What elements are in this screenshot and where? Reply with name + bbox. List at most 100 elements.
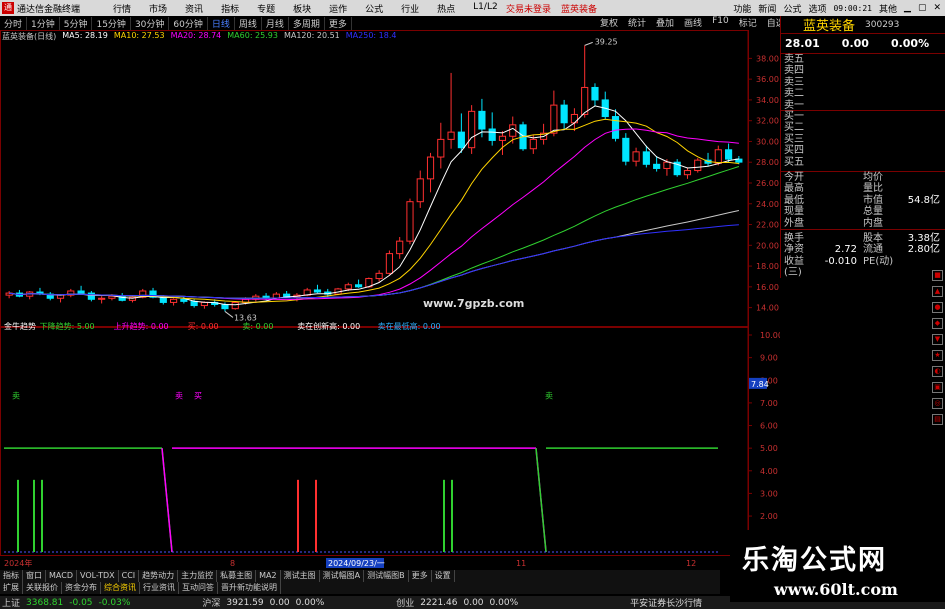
side-tool-icon[interactable]: ▣ <box>932 382 943 393</box>
signal-marker: 卖 <box>12 391 20 400</box>
date-label: 2024年 <box>4 558 32 568</box>
indicator-tab[interactable]: 主力监控 <box>178 570 218 582</box>
date-label: 2024/09/23/一 <box>328 559 385 568</box>
chart-tool-button[interactable]: 复权 <box>595 16 623 29</box>
indicator-tab[interactable]: 测试主图 <box>281 570 320 582</box>
price-bar: 28.01 0.00 0.00% <box>781 34 945 54</box>
data-source: 平安证券长沙行情 <box>630 599 703 609</box>
period-tab[interactable]: 15分钟 <box>92 16 131 30</box>
side-tool-icon[interactable]: ◐ <box>932 366 943 377</box>
chart-tool-button[interactable]: 画线 <box>679 16 707 29</box>
indicator-tab[interactable]: VOL-TDX <box>77 570 119 582</box>
ma-info-bar: 蓝英装备(日线) MA5: 28.19 MA10: 27.53 MA20: 28.7… <box>0 31 396 43</box>
candle-body <box>488 128 496 141</box>
ma-value: MA5: 28.19 <box>62 31 108 40</box>
side-tool-icon[interactable]: ■ <box>932 270 943 281</box>
price-tick-label: 30.00 <box>756 137 779 146</box>
chart-tool-button[interactable]: 统计 <box>623 16 651 29</box>
menu-item[interactable]: 市场 <box>140 2 176 15</box>
extension-tab[interactable]: 互动问答 <box>179 582 218 594</box>
period-tab[interactable]: 周线 <box>235 16 262 30</box>
extension-tab[interactable]: 晋升新功能说明 <box>218 582 281 594</box>
period-tab[interactable]: 更多 <box>325 16 352 30</box>
indicator-value: 卖在创新高: 0.00 <box>297 321 360 331</box>
period-tab[interactable]: 30分钟 <box>131 16 170 30</box>
period-tab[interactable]: 日线 <box>208 16 235 30</box>
trade-login-link[interactable]: 交易未登录 <box>506 2 551 15</box>
kline-chart[interactable]: 38.00 36.00 34.00 32.00 30.00 28.00 26.00 24.00… <box>0 30 780 570</box>
maximize-icon[interactable]: ▢ <box>918 3 927 13</box>
period-tab[interactable]: 60分钟 <box>169 16 208 30</box>
side-tool-icon[interactable]: ▼ <box>932 334 943 345</box>
title-links: 交易未登录 蓝英装备 <box>506 2 597 15</box>
indicator-tab[interactable]: 设置 <box>432 570 455 582</box>
indicator-tab[interactable]: CCI <box>119 570 140 582</box>
order-row-label: 卖四 <box>784 65 804 77</box>
ma-value: MA120: 20.51 <box>283 31 340 40</box>
candle-body <box>190 300 198 307</box>
menu-function[interactable]: 功能 <box>733 2 751 15</box>
close-icon[interactable]: ✕ <box>933 3 941 13</box>
extension-tab[interactable]: 关联报价 <box>23 582 62 594</box>
menu-options[interactable]: 选项 <box>808 2 826 15</box>
period-tab[interactable]: 分时 <box>0 16 28 30</box>
menu-item[interactable]: 热点 <box>428 2 464 15</box>
indicator-tab[interactable]: 更多 <box>409 570 432 582</box>
index-name[interactable]: 创业 <box>396 596 414 609</box>
indicator-tab[interactable]: 测试幅图A <box>320 570 365 582</box>
indicator-tick-label: 4.00 <box>760 467 778 476</box>
side-tool-icon[interactable]: ◆ <box>932 318 943 329</box>
indicator-tab[interactable]: 私募主图 <box>217 570 257 582</box>
indicator-tab[interactable]: MA2 <box>256 570 281 582</box>
indicator-tab[interactable]: 趋势动力 <box>139 570 179 582</box>
menu-other[interactable]: 其他 <box>879 2 897 15</box>
order-row-label: 卖三 <box>784 76 804 88</box>
stat-l2: 量比 <box>863 183 883 195</box>
stat-l2: 总量 <box>863 206 883 218</box>
chart-tool-button[interactable]: 叠加 <box>651 16 679 29</box>
period-tab[interactable]: 1分钟 <box>27 16 60 30</box>
menu-item[interactable]: 公式 <box>356 2 392 15</box>
indicator-tab[interactable]: 测试幅图B <box>364 570 409 582</box>
menu-item[interactable]: 指标 <box>212 2 248 15</box>
side-tool-icon[interactable]: ▤ <box>932 414 943 425</box>
chart-tool-button[interactable]: F10 <box>707 16 734 29</box>
stock-name-link[interactable]: 蓝英装备 <box>561 2 597 15</box>
quote-stats: 今开 均价 最高 量比 最低 市值 54.8亿 现量 总量 外盘 内盘 换手 股本 3.38亿 净资 2.72… <box>781 171 945 278</box>
indicator-tab[interactable]: 窗口 <box>23 570 46 582</box>
menu-news[interactable]: 新闻 <box>758 2 776 15</box>
indicator-value: 下降趋势: 5.00 <box>40 321 95 331</box>
extension-tab[interactable]: 行业资讯 <box>140 582 179 594</box>
menu-item[interactable]: 专题 <box>248 2 284 15</box>
order-row: 买五 <box>781 157 945 168</box>
period-tab[interactable]: 5分钟 <box>60 16 93 30</box>
menu-item[interactable]: L1/L2 <box>464 2 507 15</box>
side-tool-icon[interactable]: ★ <box>932 350 943 361</box>
menu-item[interactable]: 行业 <box>392 2 428 15</box>
menu-item[interactable]: 资讯 <box>176 2 212 15</box>
side-icon-column: ■ ▲ ● ◆ ▼ ★ ◐ ▣ ◎ ▤ <box>930 270 945 570</box>
period-tab[interactable]: 月线 <box>262 16 289 30</box>
side-tool-icon[interactable]: ◎ <box>932 398 943 409</box>
chart-tool-button[interactable]: 标记 <box>734 16 762 29</box>
date-label: 8 <box>230 559 235 568</box>
minimize-icon[interactable]: ▁ <box>904 3 911 13</box>
index-name[interactable]: 上证 <box>2 596 20 609</box>
side-tool-icon[interactable]: ● <box>932 302 943 313</box>
period-tab[interactable]: 多周期 <box>289 16 325 30</box>
menu-item[interactable]: 板块 <box>284 2 320 15</box>
index-name[interactable]: 沪深 <box>202 596 220 609</box>
indicator-tab[interactable]: MACD <box>46 570 77 582</box>
index-change: 0.00 <box>463 597 484 608</box>
side-tool-icon[interactable]: ▲ <box>932 286 943 297</box>
extension-tab[interactable]: 综合资讯 <box>101 582 140 594</box>
date-label: 11 <box>516 559 526 568</box>
indicator-tab[interactable]: 指标 <box>0 570 23 582</box>
extension-tab[interactable]: 资金分布 <box>62 582 101 594</box>
menu-formula[interactable]: 公式 <box>783 2 801 15</box>
order-row-label: 买二 <box>784 122 804 134</box>
menu-item[interactable]: 行情 <box>104 2 140 15</box>
candle-body <box>529 138 537 150</box>
menu-item[interactable]: 运作 <box>320 2 356 15</box>
extension-tab[interactable]: 扩展 <box>0 582 23 594</box>
